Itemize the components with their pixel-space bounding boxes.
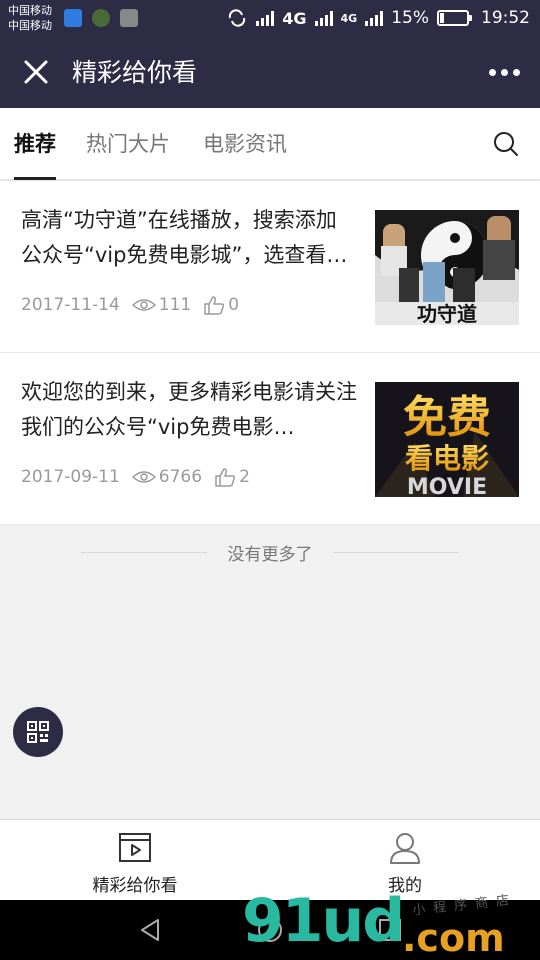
battery-percent: 15% bbox=[391, 8, 429, 28]
category-tabs: 推荐 热门大片 电影资讯 bbox=[0, 108, 540, 180]
person-icon bbox=[390, 833, 420, 864]
watermark-logo: 91ud bbox=[242, 886, 405, 956]
article-title: 高清“功守道”在线播放，搜索添加公众号“vip免费电影城”，选查看… bbox=[21, 208, 348, 267]
network-type-2: 4G bbox=[340, 11, 358, 25]
poster-headline: 免费 bbox=[403, 392, 491, 443]
thumbs-up-icon bbox=[215, 468, 236, 487]
tab-hot-movies[interactable]: 热门大片 bbox=[86, 108, 170, 180]
bottom-tab-home[interactable]: 精彩给你看 bbox=[0, 820, 270, 901]
article-item[interactable]: 欢迎您的到来，更多精彩电影请关注我们的公众号“vip免费电影… 2017-09-… bbox=[0, 353, 540, 525]
bottom-tab-label: 精彩给你看 bbox=[92, 876, 178, 896]
carrier-2-label: 中国移动 bbox=[8, 19, 52, 32]
thumbs-up-icon bbox=[204, 296, 225, 315]
signal-icon bbox=[314, 10, 333, 26]
title-bar: 精彩给你看 bbox=[0, 36, 540, 108]
search-button[interactable] bbox=[492, 130, 520, 158]
poster-caption: 功守道 bbox=[417, 302, 477, 325]
tab-label: 电影资讯 bbox=[203, 132, 287, 156]
qr-code-button[interactable] bbox=[13, 707, 63, 757]
battery-level bbox=[440, 13, 444, 23]
status-indicators: 4G 4G 15% 19:52 bbox=[226, 6, 530, 30]
view-count: 6766 bbox=[158, 467, 203, 487]
article-thumbnail: 功守道 bbox=[375, 210, 519, 325]
page-title: 精彩给你看 bbox=[72, 58, 198, 87]
more-dot-icon bbox=[500, 68, 508, 76]
qr-code-icon bbox=[27, 721, 49, 743]
gallery-icon bbox=[120, 9, 138, 27]
eye-icon bbox=[131, 471, 156, 483]
article-title: 欢迎您的到来，更多精彩电影请关注我们的公众号“vip免费电影… bbox=[21, 380, 357, 439]
battery-icon bbox=[437, 10, 472, 26]
clock: 19:52 bbox=[481, 8, 530, 28]
no-more-label: 没有更多了 bbox=[227, 545, 313, 565]
divider-line bbox=[333, 552, 459, 553]
signal-icon bbox=[365, 10, 384, 26]
like-count: 0 bbox=[228, 295, 240, 315]
article-thumbnail: 免费 看电影 MOVIE bbox=[375, 382, 519, 497]
status-bar: 中国移动 中国移动 4G 4G 15% 19:52 bbox=[0, 0, 540, 36]
notification-app-icon bbox=[92, 9, 110, 27]
more-dot-icon bbox=[512, 68, 520, 76]
poster-movie-word: MOVIE bbox=[407, 475, 487, 497]
signal-icon bbox=[256, 10, 275, 26]
article-meta: 2017-09-11 6766 2 bbox=[21, 465, 250, 489]
notification-app-icon bbox=[64, 9, 82, 27]
tab-movie-news[interactable]: 电影资讯 bbox=[203, 108, 287, 180]
eye-icon bbox=[131, 299, 156, 311]
like-count: 2 bbox=[239, 467, 250, 487]
search-icon bbox=[494, 132, 518, 156]
sync-icon bbox=[229, 9, 246, 27]
close-icon bbox=[24, 60, 48, 84]
video-icon bbox=[119, 833, 151, 862]
tab-label: 热门大片 bbox=[86, 132, 170, 156]
active-tab-indicator bbox=[14, 177, 56, 180]
close-button[interactable] bbox=[18, 54, 54, 90]
carrier-1-label: 中国移动 bbox=[8, 4, 52, 17]
poster-subline: 看电影 bbox=[405, 442, 489, 475]
tab-recommended[interactable]: 推荐 bbox=[14, 108, 56, 180]
article-meta: 2017-11-14 111 0 bbox=[21, 293, 239, 317]
free-movie-poster-image: 免费 看电影 MOVIE bbox=[375, 382, 519, 497]
watermark-domain: .com bbox=[402, 916, 505, 960]
view-count: 111 bbox=[158, 295, 192, 315]
network-type-1: 4G bbox=[282, 8, 307, 28]
carrier-info: 中国移动 中国移动 bbox=[8, 3, 52, 33]
back-icon[interactable] bbox=[136, 916, 164, 944]
article-item[interactable]: 高清“功守道”在线播放，搜索添加公众号“vip免费电影城”，选查看… 2017-… bbox=[0, 181, 540, 353]
kungfu-poster-image: 功守道 bbox=[375, 210, 519, 325]
more-options-button[interactable] bbox=[486, 60, 522, 84]
more-dot-icon bbox=[488, 68, 496, 76]
article-date: 2017-11-14 bbox=[21, 295, 120, 315]
article-date: 2017-09-11 bbox=[21, 467, 120, 487]
tab-label: 推荐 bbox=[14, 132, 56, 156]
